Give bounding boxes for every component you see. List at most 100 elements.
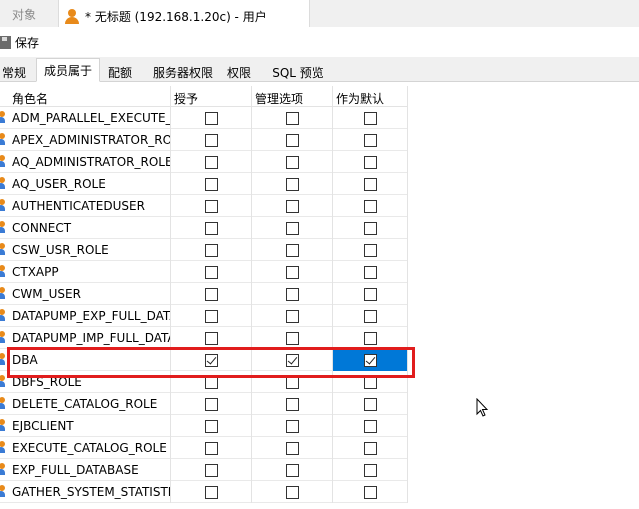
tab-general[interactable]: 常规 [0, 60, 28, 82]
role-name-cell[interactable]: CTXAPP [0, 261, 171, 283]
admin-option-checkbox[interactable] [286, 134, 299, 147]
admin-option-checkbox[interactable] [286, 420, 299, 433]
table-row[interactable]: APEX_ADMINISTRATOR_RO [0, 129, 408, 151]
role-name-cell[interactable]: DATAPUMP_EXP_FULL_DATA [0, 305, 171, 327]
default-checkbox[interactable] [364, 156, 377, 169]
role-name-cell[interactable]: DELETE_CATALOG_ROLE [0, 393, 171, 415]
tab-member-of[interactable]: 成员属于 [36, 58, 100, 82]
table-row[interactable]: AQ_ADMINISTRATOR_ROLE [0, 151, 408, 173]
role-name-cell[interactable]: CSW_USR_ROLE [0, 239, 171, 261]
grant-checkbox[interactable] [205, 222, 218, 235]
role-name-cell[interactable]: GATHER_SYSTEM_STATISTIC [0, 481, 171, 503]
admin-option-checkbox[interactable] [286, 398, 299, 411]
table-row[interactable]: CWM_USER [0, 283, 408, 305]
table-row[interactable]: AUTHENTICATEDUSER [0, 195, 408, 217]
tab-objects[interactable]: 对象 [0, 0, 58, 27]
admin-option-checkbox[interactable] [286, 156, 299, 169]
role-name-cell[interactable]: AUTHENTICATEDUSER [0, 195, 171, 217]
grant-checkbox[interactable] [205, 310, 218, 323]
grant-checkbox[interactable] [205, 486, 218, 499]
tab-untitled-user[interactable]: * 无标题 (192.168.1.20c) - 用户 [58, 0, 310, 27]
table-row[interactable]: GATHER_SYSTEM_STATISTIC [0, 481, 408, 503]
admin-option-checkbox[interactable] [286, 200, 299, 213]
role-name-cell[interactable]: DBFS_ROLE [0, 371, 171, 393]
default-checkbox[interactable] [364, 288, 377, 301]
default-checkbox[interactable] [364, 420, 377, 433]
role-name-cell[interactable]: EJBCLIENT [0, 415, 171, 437]
grant-checkbox[interactable] [205, 134, 218, 147]
table-row[interactable]: CSW_USR_ROLE [0, 239, 408, 261]
role-name-cell[interactable]: EXECUTE_CATALOG_ROLE [0, 437, 171, 459]
admin-option-checkbox[interactable] [286, 112, 299, 125]
column-header-admin-option[interactable]: 管理选项 [252, 86, 333, 107]
default-checkbox[interactable] [364, 178, 377, 191]
tab-sql-preview[interactable]: SQL 预览 [264, 60, 332, 82]
table-row[interactable]: DBA [0, 349, 408, 371]
grant-checkbox[interactable] [205, 156, 218, 169]
admin-option-checkbox[interactable] [286, 178, 299, 191]
table-row[interactable]: DATAPUMP_EXP_FULL_DATA [0, 305, 408, 327]
admin-option-checkbox[interactable] [286, 222, 299, 235]
admin-option-checkbox[interactable] [286, 354, 299, 367]
default-checkbox[interactable] [364, 486, 377, 499]
grant-checkbox[interactable] [205, 332, 218, 345]
admin-option-checkbox[interactable] [286, 332, 299, 345]
tab-quota[interactable]: 配额 [100, 60, 140, 82]
table-row[interactable]: AQ_USER_ROLE [0, 173, 408, 195]
grant-checkbox[interactable] [205, 200, 218, 213]
role-name-cell[interactable]: EXP_FULL_DATABASE [0, 459, 171, 481]
default-checkbox[interactable] [364, 376, 377, 389]
role-name-cell[interactable]: APEX_ADMINISTRATOR_RO [0, 129, 171, 151]
tab-privileges[interactable]: 权限 [220, 60, 258, 82]
grant-checkbox[interactable] [205, 420, 218, 433]
admin-option-checkbox[interactable] [286, 376, 299, 389]
default-checkbox[interactable] [364, 398, 377, 411]
table-row[interactable]: EJBCLIENT [0, 415, 408, 437]
admin-option-checkbox[interactable] [286, 288, 299, 301]
grant-checkbox[interactable] [205, 288, 218, 301]
role-name-cell[interactable]: DATAPUMP_IMP_FULL_DATA [0, 327, 171, 349]
default-checkbox[interactable] [364, 354, 377, 367]
column-header-role-name[interactable]: 角色名 [0, 86, 171, 107]
role-name-cell[interactable]: CWM_USER [0, 283, 171, 305]
default-checkbox[interactable] [364, 266, 377, 279]
admin-option-checkbox[interactable] [286, 464, 299, 477]
admin-option-checkbox[interactable] [286, 266, 299, 279]
tab-server-privileges[interactable]: 服务器权限 [146, 60, 220, 82]
default-checkbox[interactable] [364, 112, 377, 125]
role-name-cell[interactable]: AQ_USER_ROLE [0, 173, 171, 195]
grant-checkbox[interactable] [205, 398, 218, 411]
default-checkbox[interactable] [364, 200, 377, 213]
grant-checkbox[interactable] [205, 178, 218, 191]
role-name-cell[interactable]: DBA [0, 349, 171, 371]
table-row[interactable]: ADM_PARALLEL_EXECUTE_T [0, 107, 408, 129]
default-checkbox[interactable] [364, 442, 377, 455]
role-name-cell[interactable]: AQ_ADMINISTRATOR_ROLE [0, 151, 171, 173]
grant-checkbox[interactable] [205, 266, 218, 279]
table-row[interactable]: EXECUTE_CATALOG_ROLE [0, 437, 408, 459]
default-checkbox[interactable] [364, 332, 377, 345]
column-header-default[interactable]: 作为默认 [333, 86, 408, 107]
table-row[interactable]: CONNECT [0, 217, 408, 239]
grant-checkbox[interactable] [205, 112, 218, 125]
default-checkbox[interactable] [364, 464, 377, 477]
admin-option-checkbox[interactable] [286, 486, 299, 499]
admin-option-checkbox[interactable] [286, 244, 299, 257]
grant-checkbox[interactable] [205, 354, 218, 367]
table-row[interactable]: DATAPUMP_IMP_FULL_DATA [0, 327, 408, 349]
save-button[interactable]: 保存 [0, 31, 39, 53]
role-name-cell[interactable]: CONNECT [0, 217, 171, 239]
grant-checkbox[interactable] [205, 464, 218, 477]
default-checkbox[interactable] [364, 222, 377, 235]
grant-checkbox[interactable] [205, 376, 218, 389]
grant-checkbox[interactable] [205, 244, 218, 257]
table-row[interactable]: EXP_FULL_DATABASE [0, 459, 408, 481]
default-checkbox[interactable] [364, 134, 377, 147]
table-row[interactable]: CTXAPP [0, 261, 408, 283]
admin-option-checkbox[interactable] [286, 310, 299, 323]
admin-option-checkbox[interactable] [286, 442, 299, 455]
role-name-cell[interactable]: ADM_PARALLEL_EXECUTE_T [0, 107, 171, 129]
grant-checkbox[interactable] [205, 442, 218, 455]
default-checkbox[interactable] [364, 244, 377, 257]
table-row[interactable]: DBFS_ROLE [0, 371, 408, 393]
